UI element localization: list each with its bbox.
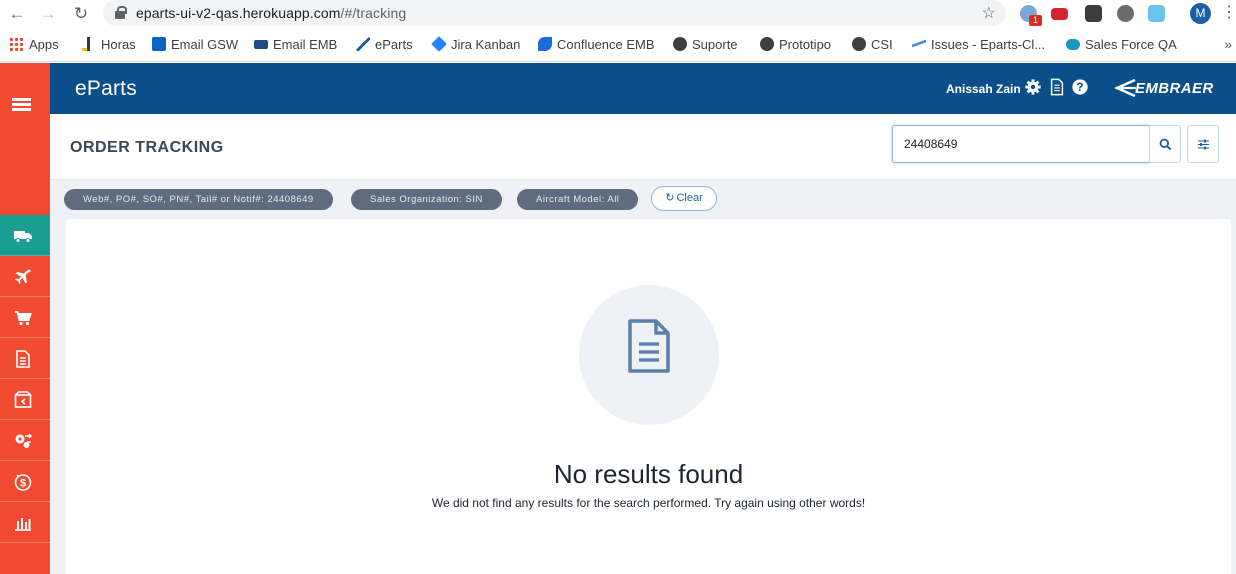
sidebar-item-cart[interactable] (0, 297, 50, 338)
refresh-icon: ↻ (665, 192, 675, 204)
bookmark-confluence-emb[interactable]: Confluence EMB (538, 37, 655, 53)
bookmark-csi[interactable]: CSI (852, 37, 893, 53)
bookmark-email-gsw[interactable]: Email GSW (152, 37, 238, 53)
filter-chip-search[interactable]: Web#, PO#, SO#, PN#, Tail# or Notif#: 24… (64, 189, 333, 210)
forward-arrow-icon[interactable]: → (37, 3, 59, 25)
svg-text:$: $ (20, 478, 26, 490)
globe-icon (673, 37, 687, 51)
document-icon[interactable] (1048, 78, 1066, 96)
user-name[interactable]: Anissah Zain (946, 82, 1021, 96)
reload-icon[interactable]: ↻ (70, 3, 92, 25)
globe-icon (760, 37, 774, 51)
cart-icon (15, 311, 32, 326)
more-bookmarks-icon[interactable]: » (1224, 36, 1232, 52)
bookmark-star-icon[interactable]: ☆ (982, 3, 996, 23)
svg-text:?: ? (1076, 81, 1083, 94)
embraer-logo-icon (1113, 78, 1136, 98)
apps-grid-icon (9, 37, 23, 51)
salesforce-cloud-icon (1066, 39, 1080, 50)
sidebar: $ (0, 63, 50, 574)
sidebar-item-aircraft[interactable] (0, 256, 50, 297)
empty-state-message: We did not find any results for the sear… (431, 496, 866, 510)
vimeo-extension-icon[interactable] (1148, 5, 1165, 22)
browser-menu-icon[interactable]: ⋮ (1221, 4, 1236, 22)
gear-icon[interactable] (1024, 78, 1042, 96)
pin-extension-icon[interactable] (1085, 5, 1102, 22)
extension-badge: 1 (1029, 15, 1042, 26)
sliders-icon (1198, 139, 1209, 150)
sidebar-item-documents[interactable] (0, 338, 50, 379)
bar-chart-icon (15, 518, 31, 531)
empty-state-title: No results found (553, 459, 744, 489)
dollar-icon: $ (14, 474, 32, 491)
issues-icon (912, 37, 926, 51)
search-icon (1159, 138, 1172, 151)
address-bar[interactable]: eparts-ui-v2-qas.herokuapp.com/#/trackin… (103, 0, 1006, 26)
title-bar: ORDER TRACKING (50, 114, 1236, 180)
globe-icon (852, 37, 866, 51)
url-text: eparts-ui-v2-qas.herokuapp.com/#/trackin… (136, 5, 407, 21)
brand-name[interactable]: eParts (75, 77, 137, 101)
bookmarks-bar: Apps Horas Email GSW Email EMB eParts Ji… (0, 28, 1236, 62)
bookmark-issues[interactable]: Issues - Eparts-Cl... (912, 37, 1045, 53)
document-icon (628, 319, 670, 373)
advanced-filter-button[interactable] (1187, 125, 1219, 163)
filter-chip-aircraft-model[interactable]: Aircraft Model: All (517, 189, 639, 210)
confluence-icon (538, 37, 552, 51)
bookmark-eparts[interactable]: eParts (356, 37, 413, 53)
page-title: ORDER TRACKING (70, 139, 224, 156)
sidebar-item-repairs[interactable] (0, 420, 50, 461)
menu-toggle-button[interactable] (0, 63, 50, 151)
gears-exchange-icon (15, 433, 33, 448)
lock-icon (115, 6, 127, 19)
filter-chip-sales-org[interactable]: Sales Organization: SIN (351, 189, 502, 210)
document-icon (16, 350, 30, 368)
bookmark-suporte[interactable]: Suporte (673, 37, 738, 53)
embraer-logo-text: EMBRAER (1135, 80, 1214, 97)
sidebar-item-reports[interactable] (0, 502, 50, 543)
results-card: No results found We did not find any res… (66, 219, 1231, 574)
bookmark-jira-kanban[interactable]: Jira Kanban (431, 36, 520, 53)
truck-icon (14, 231, 32, 243)
hamburger-icon (12, 98, 31, 111)
bookmark-apps[interactable]: Apps (9, 37, 59, 53)
video-extension-icon[interactable] (1051, 8, 1068, 20)
sidebar-item-exchange[interactable] (0, 379, 50, 420)
app-header: eParts Anissah Zain ? EMBRAER (50, 63, 1236, 114)
circle-extension-icon[interactable] (1117, 5, 1134, 22)
help-icon[interactable]: ? (1071, 78, 1089, 96)
box-exchange-icon (14, 391, 32, 408)
search-button[interactable] (1149, 125, 1181, 163)
browser-toolbar: ← → ↻ eparts-ui-v2-qas.herokuapp.com/#/t… (0, 0, 1236, 28)
embraer-logo-icon (356, 37, 370, 51)
bookmark-prototipo[interactable]: Prototipo (760, 37, 831, 53)
sidebar-item-finance[interactable]: $ (0, 461, 50, 502)
search-input[interactable] (892, 125, 1150, 163)
airplane-icon (15, 269, 31, 284)
bookmark-sales-force-qa[interactable]: Sales Force QA (1066, 37, 1177, 53)
horas-icon (82, 37, 96, 51)
back-arrow-icon[interactable]: ← (6, 3, 28, 25)
bookmark-horas[interactable]: Horas (82, 37, 136, 53)
sap-icon (254, 40, 268, 49)
profile-avatar[interactable]: M (1190, 3, 1211, 24)
outlook-icon (152, 37, 166, 51)
bookmark-email-emb[interactable]: Email EMB (254, 37, 337, 53)
clear-filters-button[interactable]: ↻ Clear (651, 186, 717, 211)
jira-icon (431, 36, 447, 52)
empty-state-illustration (579, 285, 719, 425)
sidebar-item-tracking[interactable] (0, 215, 50, 256)
